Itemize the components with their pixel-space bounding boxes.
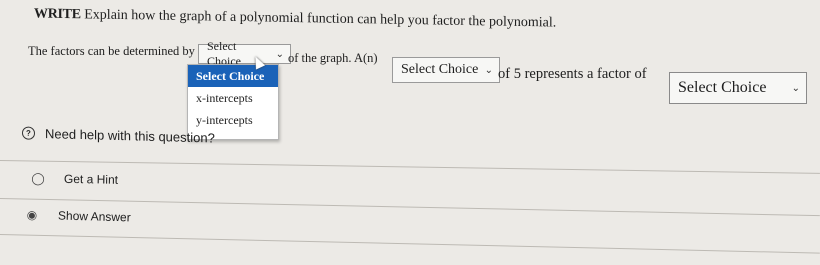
sentence-part-3: of 5 represents a factor of [498, 66, 647, 82]
select-choice-3[interactable]: Select Choice ⌄ [669, 72, 807, 104]
dropdown-option-x-intercepts[interactable]: x-intercepts [188, 87, 278, 109]
dropdown-menu: Select Choice x-intercepts y-intercepts [187, 64, 279, 140]
lightbulb-icon: ◯ [31, 171, 45, 186]
dropdown-option-select-choice[interactable]: Select Choice [188, 65, 278, 87]
chevron-down-icon: ⌄ [791, 82, 800, 94]
select-choice-1[interactable]: Select Choice ⌄ [198, 39, 291, 68]
question-text: Explain how the graph of a polynomial fu… [84, 7, 557, 31]
question-prompt: WRITE Explain how the graph of a polynom… [34, 6, 556, 31]
sentence-part-1: The factors can be determined by the [28, 44, 214, 58]
question-prefix: WRITE [34, 6, 81, 23]
select-choice-2-value: Select Choice [401, 62, 479, 77]
sentence-part-2: of the graph. A(n) [288, 51, 378, 65]
question-mark-icon: ? [22, 126, 35, 140]
show-answer-button[interactable]: ◉ Show Answer [22, 208, 131, 225]
get-hint-label: Get a Hint [63, 171, 119, 187]
select-choice-2[interactable]: Select Choice ⌄ [392, 57, 500, 83]
divider [0, 234, 820, 254]
chevron-down-icon: ⌄ [484, 64, 493, 76]
chevron-down-icon: ⌄ [275, 48, 284, 60]
select-choice-3-value: Select Choice [678, 79, 767, 96]
eye-icon: ◉ [26, 207, 38, 222]
help-heading: ? Need help with this question? [22, 125, 215, 146]
help-title: Need help with this question? [45, 126, 215, 146]
show-answer-label: Show Answer [57, 208, 131, 225]
get-hint-button[interactable]: ◯ Get a Hint [28, 171, 118, 187]
dropdown-option-y-intercepts[interactable]: y-intercepts [188, 109, 278, 131]
divider [0, 160, 820, 174]
